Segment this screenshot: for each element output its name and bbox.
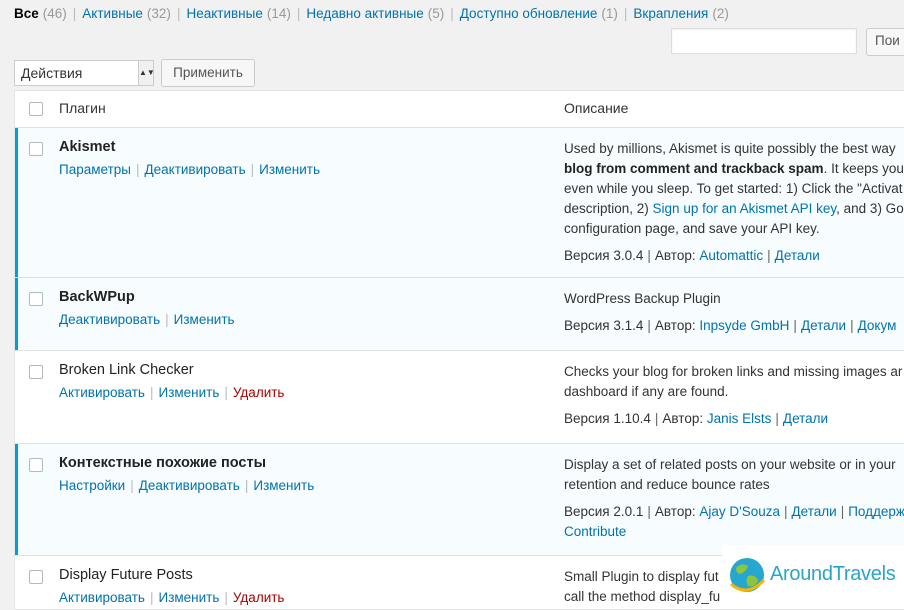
author-link[interactable]: Inpsyde GmbH xyxy=(699,318,789,333)
author-link[interactable]: Automattic xyxy=(699,248,763,263)
filter-separator: | xyxy=(72,6,77,21)
bulk-actions-value: Действия xyxy=(21,65,83,81)
row-actions: Параметры | Деактивировать | Изменить xyxy=(59,162,321,177)
aroundtravels-watermark: AroundTravels xyxy=(722,545,904,604)
bulk-actions-select[interactable]: Действия ▲▼ xyxy=(14,60,155,86)
plugin-meta: Версия 3.1.4 | Автор: Inpsyde GmbH | Детали |… xyxy=(564,318,897,333)
akismet-signup-link[interactable]: Sign up for an Akismet API key xyxy=(653,201,837,216)
row-actions: Настройки | Деактивировать | Изменить xyxy=(59,478,315,493)
delete-link[interactable]: Удалить xyxy=(233,590,285,605)
filter-all[interactable]: Все (46) xyxy=(14,6,67,21)
column-header-plugin: Плагин xyxy=(59,100,106,116)
edit-link[interactable]: Изменить xyxy=(174,312,235,327)
support-link[interactable]: Поддерж xyxy=(848,504,904,519)
row-checkbox[interactable] xyxy=(29,365,43,379)
filter-separator: | xyxy=(176,6,181,21)
plugin-description: Display a set of related posts on your w… xyxy=(564,455,904,542)
plugin-description: WordPress Backup Plugin Версия 3.1.4 | Авт… xyxy=(564,289,904,336)
plugin-row-backwpup: BackWPup Деактивировать | Изменить WordPre… xyxy=(15,278,904,351)
plugin-row-contextual-related-posts: Контекстные похожие посты Настройки | Деак… xyxy=(15,444,904,556)
activate-link[interactable]: Активировать xyxy=(59,385,145,400)
edit-link[interactable]: Изменить xyxy=(158,385,219,400)
deactivate-link[interactable]: Деактивировать xyxy=(59,312,160,327)
activate-link[interactable]: Активировать xyxy=(59,590,145,605)
row-actions: Деактивировать | Изменить xyxy=(59,312,235,327)
plugin-description: Used by millions, Akismet is quite possi… xyxy=(564,139,904,266)
plugin-name: BackWPup xyxy=(59,289,135,305)
documentation-link[interactable]: Докум xyxy=(858,318,897,333)
filter-recently-active[interactable]: Недавно активные (5) xyxy=(306,6,444,21)
filter-separator: | xyxy=(296,6,301,21)
details-link[interactable]: Детали xyxy=(775,248,820,263)
filter-update-available[interactable]: Доступно обновление (1) xyxy=(460,6,618,21)
settings-link[interactable]: Параметры xyxy=(59,162,131,177)
details-link[interactable]: Детали xyxy=(783,411,828,426)
table-header: Плагин Описание xyxy=(15,91,904,128)
search-button[interactable]: Пои xyxy=(866,28,904,56)
filter-separator: | xyxy=(450,6,454,21)
plugin-row-akismet: Akismet Параметры | Деактивировать | Изменит… xyxy=(15,128,904,278)
column-header-description: Описание xyxy=(564,100,629,116)
filter-separator: | xyxy=(623,6,628,21)
delete-link[interactable]: Удалить xyxy=(233,385,285,400)
row-checkbox[interactable] xyxy=(29,458,43,472)
apply-button[interactable]: Применить xyxy=(161,59,255,87)
author-link[interactable]: Janis Elsts xyxy=(707,411,772,426)
plugin-name: Akismet xyxy=(59,139,116,155)
contribute-link[interactable]: Contribute xyxy=(564,524,626,539)
plugin-meta: Версия 2.0.1 | Автор: Ajay D'Souza | Детали |… xyxy=(564,504,904,519)
deactivate-link[interactable]: Деактивировать xyxy=(139,478,240,493)
settings-link[interactable]: Настройки xyxy=(59,478,125,493)
row-checkbox[interactable] xyxy=(29,292,43,306)
plugin-meta: Версия 1.10.4 | Автор: Janis Elsts | Детали xyxy=(564,411,829,426)
plugin-description: Checks your blog for broken links and mi… xyxy=(564,362,904,429)
row-actions: Активировать | Изменить | Удалить xyxy=(59,590,285,605)
filter-active[interactable]: Активные (32) xyxy=(82,6,171,21)
search-input[interactable] xyxy=(671,28,857,54)
plugin-name: Broken Link Checker xyxy=(59,362,194,378)
row-checkbox[interactable] xyxy=(29,570,43,584)
edit-link[interactable]: Изменить xyxy=(158,590,219,605)
plugins-table: Плагин Описание Akismet Параметры | Деакти… xyxy=(14,90,904,610)
details-link[interactable]: Детали xyxy=(801,318,846,333)
edit-link[interactable]: Изменить xyxy=(259,162,320,177)
plugin-name: Display Future Posts xyxy=(59,567,193,583)
author-link[interactable]: Ajay D'Souza xyxy=(699,504,780,519)
select-arrows-icon: ▲▼ xyxy=(138,61,155,85)
plugin-name: Контекстные похожие посты xyxy=(59,455,266,471)
globe-logo-icon xyxy=(730,557,766,592)
edit-link[interactable]: Изменить xyxy=(253,478,314,493)
row-actions: Активировать | Изменить | Удалить xyxy=(59,385,285,400)
filter-dropins[interactable]: Вкрапления (2) xyxy=(633,6,728,21)
filter-inactive[interactable]: Неактивные (14) xyxy=(186,6,290,21)
logo-text: AroundTravels xyxy=(770,563,896,585)
plugin-meta: Версия 3.0.4 | Автор: Automattic | Детали xyxy=(564,248,820,263)
plugin-row-broken-link-checker: Broken Link Checker Активировать | Изменит… xyxy=(15,351,904,444)
deactivate-link[interactable]: Деактивировать xyxy=(144,162,245,177)
select-all-checkbox[interactable] xyxy=(29,102,43,116)
row-checkbox[interactable] xyxy=(29,142,43,156)
details-link[interactable]: Детали xyxy=(792,504,837,519)
status-filter-bar: Все (46) | Активные (32) | Неактивные (14) | Неда… xyxy=(14,6,729,21)
